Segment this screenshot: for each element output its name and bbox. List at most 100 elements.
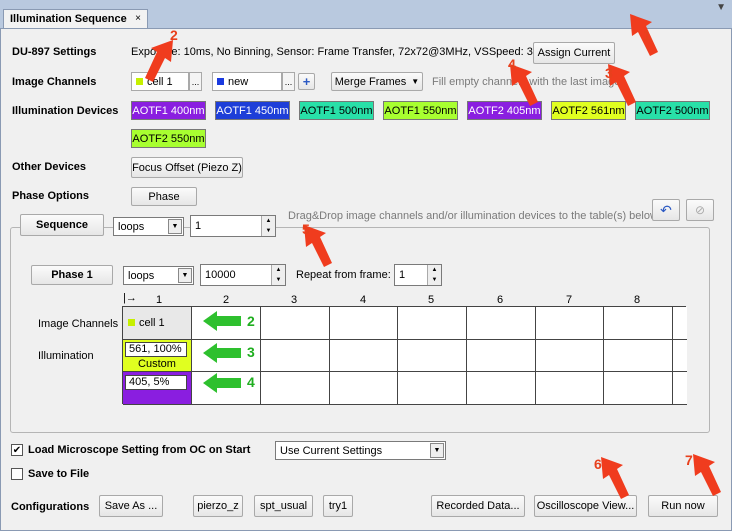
save-as-button[interactable]: Save As ... xyxy=(99,495,163,517)
chevron-down-icon: ▼ xyxy=(178,268,192,283)
spin-up-icon[interactable]: ▲ xyxy=(427,265,441,275)
row-label-illumination: Illumination xyxy=(38,350,94,362)
tab-illumination-sequence[interactable]: Illumination Sequence × xyxy=(3,9,148,29)
undo-icon[interactable]: ↶ xyxy=(652,199,680,221)
channel-name: new xyxy=(228,75,249,88)
table-cell[interactable] xyxy=(604,372,673,405)
table-cell-illum-561[interactable]: 561, 100% Custom xyxy=(123,340,192,372)
repeat-from-spinner[interactable]: 1 ▲ ▼ xyxy=(394,264,442,286)
red-arrow-icon xyxy=(304,225,332,267)
table-cell[interactable] xyxy=(673,340,687,372)
config-spt-usual[interactable]: spt_usual xyxy=(254,495,313,517)
device-aotf1-400[interactable]: AOTF1 400nm xyxy=(131,101,206,120)
load-setting-label: Load Microscope Setting from OC on Start xyxy=(28,444,251,456)
table-cell[interactable] xyxy=(467,340,536,372)
sequence-hint: Drag&Drop image channels and/or illumina… xyxy=(288,210,661,222)
green-annotation-2: 2 xyxy=(247,313,255,329)
color-swatch xyxy=(217,78,224,85)
settings-text: Exposure: 10ms, No Binning, Sensor: Fram… xyxy=(131,46,554,58)
focus-offset-button[interactable]: Focus Offset (Piezo Z) xyxy=(131,157,243,178)
phase1-mode-select[interactable]: loops ▼ xyxy=(123,266,194,285)
spin-down-icon[interactable]: ▼ xyxy=(261,226,275,236)
merge-frames-label: Merge Frames xyxy=(334,75,407,88)
config-pierzo-z[interactable]: pierzo_z xyxy=(193,495,243,517)
red-annotation-6: 6 xyxy=(594,456,602,472)
red-annotation-1: 1 xyxy=(643,27,651,43)
table-cell[interactable] xyxy=(536,340,604,372)
table-cell[interactable] xyxy=(467,372,536,405)
table-cell[interactable] xyxy=(261,307,330,340)
color-swatch xyxy=(136,78,143,85)
save-to-file-label: Save to File xyxy=(28,468,90,480)
device-aotf1-550[interactable]: AOTF1 550nm xyxy=(383,101,458,120)
device-aotf2-500[interactable]: AOTF2 500nm xyxy=(635,101,710,120)
load-setting-checkbox[interactable]: ✔ xyxy=(11,444,23,456)
table-cell[interactable] xyxy=(604,340,673,372)
spin-up-icon[interactable]: ▲ xyxy=(261,216,275,226)
window-menu-icon[interactable]: ▼ xyxy=(716,2,726,13)
illum-405-value[interactable]: 405, 5% xyxy=(125,375,187,390)
table-cell[interactable] xyxy=(536,372,604,405)
repeat-from-value: 1 xyxy=(399,269,406,281)
device-aotf1-500[interactable]: AOTF1 500nm xyxy=(299,101,374,120)
channel-new-more-button[interactable]: ... xyxy=(282,72,295,91)
device-aotf1-450[interactable]: AOTF1 450nm xyxy=(215,101,290,120)
settings-label: DU-897 Settings xyxy=(12,46,97,58)
phase-button[interactable]: Phase xyxy=(131,187,197,206)
column-header: 1 xyxy=(156,294,163,306)
close-icon[interactable]: × xyxy=(135,13,141,24)
green-arrow-icon xyxy=(203,343,241,363)
table-cell[interactable] xyxy=(673,307,687,340)
table-cell[interactable] xyxy=(398,307,467,340)
illum-561-value[interactable]: 561, 100% xyxy=(125,342,187,357)
other-devices-label: Other Devices xyxy=(12,161,86,173)
tab-title: Illumination Sequence xyxy=(10,13,127,25)
disabled-tool-icon[interactable]: ⊘ xyxy=(686,199,714,221)
save-to-file-checkbox[interactable] xyxy=(11,468,23,480)
illumination-devices-label: Illumination Devices xyxy=(12,105,119,117)
table-cell[interactable] xyxy=(330,307,398,340)
green-annotation-4: 4 xyxy=(247,374,255,390)
table-cell-image-1[interactable]: cell 1 xyxy=(123,307,192,340)
config-try1[interactable]: try1 xyxy=(323,495,353,517)
load-setting-select[interactable]: Use Current Settings ▼ xyxy=(275,441,446,460)
column-header: 5 xyxy=(428,294,435,306)
recorded-data-button[interactable]: Recorded Data... xyxy=(431,495,525,517)
device-aotf2-550[interactable]: AOTF2 550nm xyxy=(131,129,206,148)
sequence-button[interactable]: Sequence xyxy=(20,214,104,236)
red-annotation-2: 2 xyxy=(170,27,178,43)
red-annotation-4: 4 xyxy=(508,56,516,72)
spin-up-icon[interactable]: ▲ xyxy=(271,265,285,275)
table-cell[interactable] xyxy=(398,372,467,405)
table-cell[interactable] xyxy=(467,307,536,340)
sequence-count-spinner[interactable]: 1 ▲ ▼ xyxy=(190,215,276,237)
add-channel-button[interactable]: + xyxy=(298,73,315,90)
red-arrow-icon xyxy=(630,14,658,56)
table-cell[interactable] xyxy=(261,340,330,372)
column-header: 7 xyxy=(566,294,573,306)
table-cell-illum-405[interactable]: 405, 5% xyxy=(123,372,192,405)
channel-new[interactable]: new xyxy=(212,72,282,91)
table-cell[interactable] xyxy=(330,372,398,405)
red-arrow-icon xyxy=(693,454,721,496)
phase1-button[interactable]: Phase 1 xyxy=(31,265,113,285)
green-arrow-icon xyxy=(203,311,241,331)
merge-frames-dropdown[interactable]: Merge Frames ▼ xyxy=(331,72,423,91)
table-cell[interactable] xyxy=(536,307,604,340)
phase1-count-spinner[interactable]: 10000 ▲ ▼ xyxy=(200,264,286,286)
assign-current-button[interactable]: Assign Current xyxy=(533,42,615,64)
table-cell[interactable] xyxy=(261,372,330,405)
table-cell[interactable] xyxy=(673,372,687,405)
run-now-button[interactable]: Run now xyxy=(648,495,718,517)
column-header: 8 xyxy=(634,294,641,306)
table-cell[interactable] xyxy=(604,307,673,340)
table-cell[interactable] xyxy=(398,340,467,372)
sequence-mode-select[interactable]: loops ▼ xyxy=(113,217,184,236)
spin-down-icon[interactable]: ▼ xyxy=(427,275,441,285)
spin-down-icon[interactable]: ▼ xyxy=(271,275,285,285)
phase1-count-value: 10000 xyxy=(205,269,236,281)
channel-cell1-more-button[interactable]: ... xyxy=(189,72,202,91)
illum-561-sub: Custom xyxy=(138,358,176,370)
column-header: 4 xyxy=(360,294,367,306)
table-cell[interactable] xyxy=(330,340,398,372)
